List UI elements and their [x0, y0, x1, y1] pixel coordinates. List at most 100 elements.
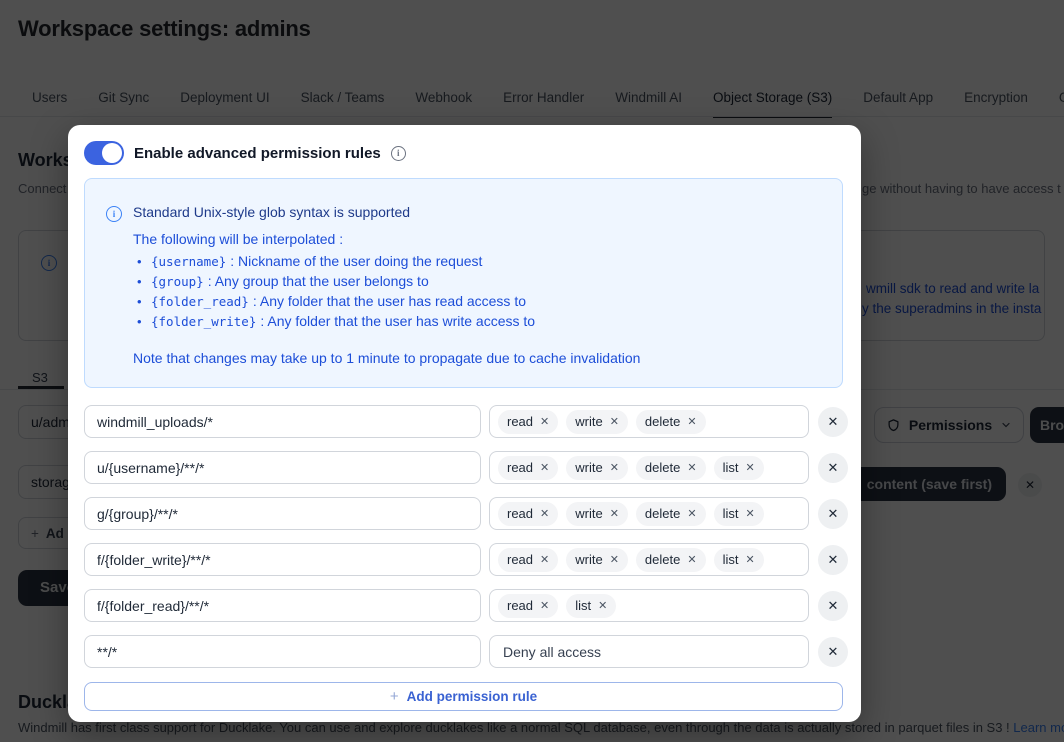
permission-tag-label: read — [507, 506, 534, 521]
tag-remove-icon[interactable]: ✕ — [598, 599, 607, 612]
rule-pattern-input[interactable] — [84, 405, 481, 438]
permission-tag-label: read — [507, 414, 534, 429]
enable-advanced-rules-toggle[interactable] — [84, 141, 124, 165]
interpolation-code: {folder_read} — [151, 294, 249, 309]
permission-tag: write ✕ — [566, 501, 628, 526]
bullet-item: • {folder_write} : Any folder that the u… — [137, 313, 535, 333]
tag-remove-icon[interactable]: ✕ — [687, 461, 696, 474]
rule-permissions-box[interactable]: read ✕ write ✕ delete ✕ — [489, 405, 809, 438]
permission-tag: read ✕ — [498, 547, 559, 572]
tag-remove-icon[interactable]: ✕ — [610, 461, 619, 474]
tag-remove-icon[interactable]: ✕ — [610, 415, 619, 428]
permission-rule-row: read ✕ write ✕ delete ✕ list ✕ ✕ — [84, 543, 848, 576]
bullet-dot: • — [137, 254, 142, 269]
permission-rule-row: read ✕ write ✕ delete ✕ list ✕ ✕ — [84, 497, 848, 530]
bullet-dot: • — [137, 294, 142, 309]
permission-tag: read ✕ — [498, 593, 559, 618]
permission-tag: list ✕ — [713, 501, 764, 526]
interpolation-code: {username} — [151, 254, 227, 269]
permission-rule-row: read ✕ list ✕ ✕ — [84, 589, 848, 622]
remove-rule-button[interactable]: ✕ — [818, 544, 848, 575]
rule-pattern-input[interactable] — [84, 635, 481, 668]
remove-rule-button[interactable]: ✕ — [818, 452, 848, 483]
permission-tag-label: delete — [644, 552, 681, 567]
tag-remove-icon[interactable]: ✕ — [610, 553, 619, 566]
interpolation-bullet-list: • {username} : Nickname of the user doin… — [137, 253, 535, 333]
tag-remove-icon[interactable]: ✕ — [540, 599, 549, 612]
bullet-dot: • — [137, 314, 142, 329]
interpolation-description: : Any group that the user belongs to — [207, 273, 429, 289]
interpolation-code: {folder_write} — [151, 314, 257, 329]
permission-tag: list ✕ — [566, 593, 617, 618]
permission-tag-label: delete — [644, 506, 681, 521]
tag-remove-icon[interactable]: ✕ — [745, 553, 754, 566]
add-permission-rule-button[interactable]: + Add permission rule — [84, 682, 843, 711]
bullet-item: • {username} : Nickname of the user doin… — [137, 253, 535, 273]
bullet-item: • {folder_read} : Any folder that the us… — [137, 293, 535, 313]
tag-remove-icon[interactable]: ✕ — [745, 507, 754, 520]
permission-tag-label: write — [575, 552, 603, 567]
permission-rule-row: Deny all access ✕ — [84, 635, 848, 668]
rule-permissions-box[interactable]: read ✕ write ✕ delete ✕ list ✕ — [489, 543, 809, 576]
interpolation-description: : Any folder that the user has write acc… — [260, 313, 536, 329]
permission-tag: write ✕ — [566, 455, 628, 480]
permission-tag: list ✕ — [713, 455, 764, 480]
permission-tag: list ✕ — [713, 547, 764, 572]
tag-remove-icon[interactable]: ✕ — [687, 415, 696, 428]
cache-note: Note that changes may take up to 1 minut… — [133, 350, 641, 366]
rule-permissions-box[interactable]: read ✕ write ✕ delete ✕ list ✕ — [489, 497, 809, 530]
info-title: Standard Unix-style glob syntax is suppo… — [133, 204, 411, 220]
rule-pattern-input[interactable] — [84, 543, 481, 576]
interpolation-description: : Any folder that the user has read acce… — [252, 293, 527, 309]
permission-tag: delete ✕ — [635, 455, 706, 480]
bullet-item: • {group} : Any group that the user belo… — [137, 273, 535, 293]
rule-permissions-box[interactable]: Deny all access — [489, 635, 809, 668]
permission-tag-label: write — [575, 460, 603, 475]
permission-tag: read ✕ — [498, 409, 559, 434]
tag-remove-icon[interactable]: ✕ — [540, 461, 549, 474]
permission-tag: delete ✕ — [635, 547, 706, 572]
rule-pattern-input[interactable] — [84, 451, 481, 484]
rule-permissions-box[interactable]: read ✕ list ✕ — [489, 589, 809, 622]
interpolation-code: {group} — [151, 274, 204, 289]
permission-tag: delete ✕ — [635, 501, 706, 526]
permission-tag: delete ✕ — [635, 409, 706, 434]
permission-tag-label: list — [575, 598, 592, 613]
info-icon: i — [106, 206, 122, 222]
permission-tag-label: read — [507, 598, 534, 613]
tag-remove-icon[interactable]: ✕ — [745, 461, 754, 474]
deny-all-access-text: Deny all access — [503, 643, 602, 660]
permission-rule-row: read ✕ write ✕ delete ✕ list ✕ ✕ — [84, 451, 848, 484]
tag-remove-icon[interactable]: ✕ — [687, 507, 696, 520]
remove-rule-button[interactable]: ✕ — [818, 406, 848, 437]
toggle-knob — [102, 143, 122, 163]
remove-rule-button[interactable]: ✕ — [818, 636, 848, 667]
permission-tag: read ✕ — [498, 455, 559, 480]
info-intro: The following will be interpolated : — [133, 231, 344, 247]
tag-remove-icon[interactable]: ✕ — [540, 415, 549, 428]
permission-tag-label: list — [722, 506, 739, 521]
bullet-dot: • — [137, 274, 142, 289]
info-icon[interactable]: i — [390, 145, 406, 161]
interpolation-description: : Nickname of the user doing the request — [230, 253, 483, 269]
permission-tag: read ✕ — [498, 501, 559, 526]
enable-rules-row: Enable advanced permission rules i — [84, 141, 406, 165]
permission-tag-label: read — [507, 460, 534, 475]
tag-remove-icon[interactable]: ✕ — [610, 507, 619, 520]
permission-tag-label: delete — [644, 460, 681, 475]
permission-tag: write ✕ — [566, 547, 628, 572]
permission-tag: write ✕ — [566, 409, 628, 434]
rule-pattern-input[interactable] — [84, 589, 481, 622]
remove-rule-button[interactable]: ✕ — [818, 590, 848, 621]
plus-icon: + — [389, 688, 399, 705]
rule-permissions-box[interactable]: read ✕ write ✕ delete ✕ list ✕ — [489, 451, 809, 484]
tag-remove-icon[interactable]: ✕ — [540, 553, 549, 566]
rule-pattern-input[interactable] — [84, 497, 481, 530]
permission-rule-row: read ✕ write ✕ delete ✕ ✕ — [84, 405, 848, 438]
permission-tag-label: delete — [644, 414, 681, 429]
tag-remove-icon[interactable]: ✕ — [687, 553, 696, 566]
permission-rules-list: read✕write✕delete✕ ✕ read✕write✕delete✕l… — [84, 405, 848, 668]
permission-tag-label: list — [722, 552, 739, 567]
tag-remove-icon[interactable]: ✕ — [540, 507, 549, 520]
remove-rule-button[interactable]: ✕ — [818, 498, 848, 529]
